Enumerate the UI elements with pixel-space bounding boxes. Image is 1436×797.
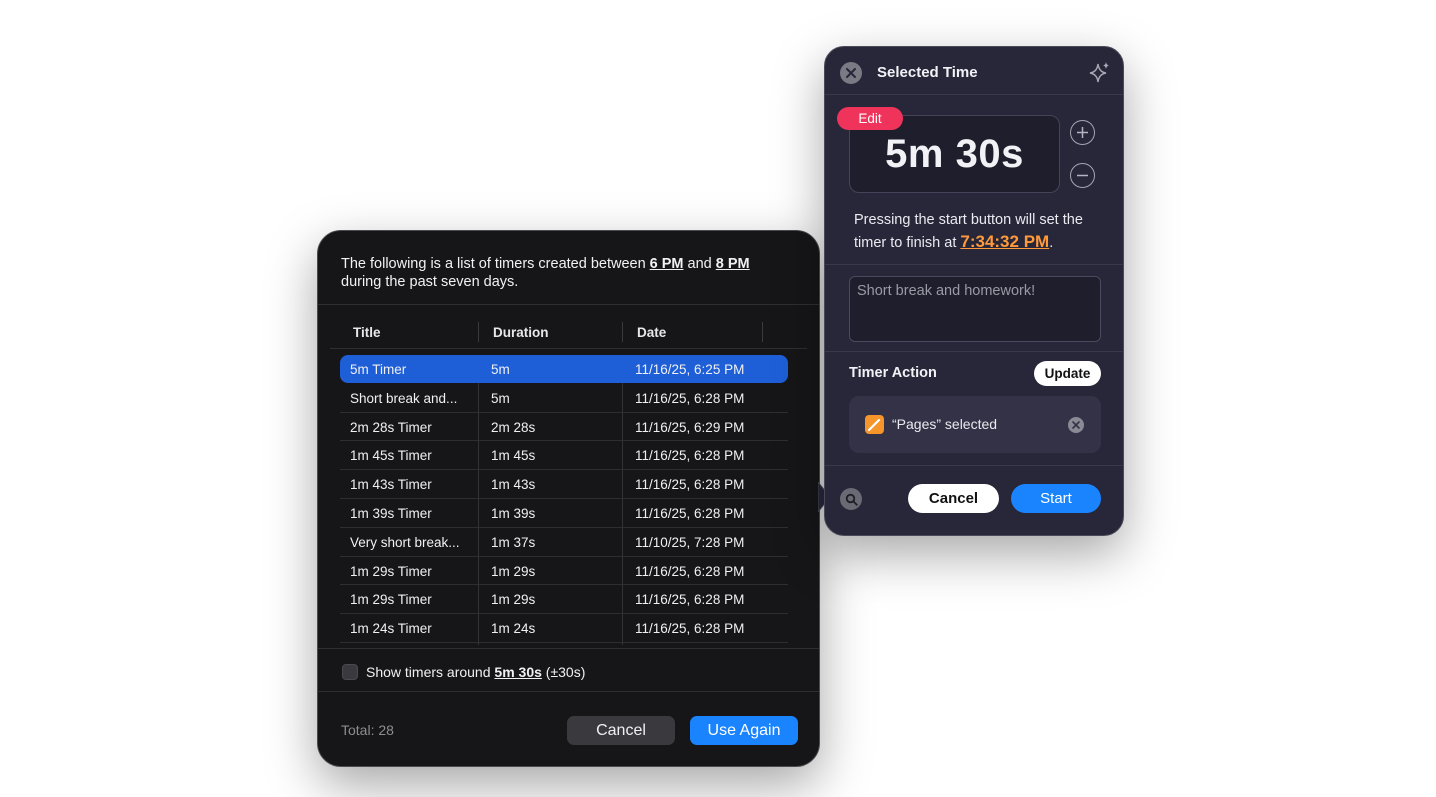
cell-duration: 1m 24s — [491, 621, 536, 637]
cell-date: 11/10/25, 7:28 PM — [635, 534, 745, 550]
column-header-duration[interactable]: Duration — [493, 325, 549, 340]
finish-info: Pressing the start button will set the t… — [854, 212, 1083, 251]
pages-app-icon — [865, 415, 884, 434]
sparkle-icon[interactable] — [1089, 61, 1111, 85]
cell-title: 1m 45s Timer — [350, 448, 432, 464]
decrease-time-button[interactable] — [1070, 163, 1095, 188]
close-icon[interactable] — [840, 62, 862, 84]
table-row[interactable]: Short break and... 5m 11/16/25, 6:28 PM — [340, 384, 788, 413]
divider — [825, 94, 1123, 95]
time-value: 5m 30s — [885, 131, 1024, 176]
edit-badge[interactable]: Edit — [837, 107, 903, 130]
cell-title: 5m Timer — [350, 362, 407, 377]
column-divider — [622, 322, 623, 342]
increase-time-button[interactable] — [1070, 120, 1095, 145]
divider — [318, 691, 819, 692]
cell-date: 11/16/25, 6:28 PM — [635, 592, 745, 608]
cell-title: 1m 43s Timer — [350, 477, 432, 493]
divider — [825, 351, 1123, 352]
divider — [825, 264, 1123, 265]
around-time-link[interactable]: 5m 30s — [494, 664, 541, 680]
cell-date: 11/16/25, 6:28 PM — [635, 563, 745, 579]
column-divider — [762, 322, 763, 342]
to-time-link[interactable]: 8 PM — [716, 256, 750, 272]
cell-duration: 5m — [491, 390, 510, 406]
cell-date: 11/16/25, 6:29 PM — [635, 419, 745, 435]
timer-action-item[interactable]: “Pages” selected — [849, 396, 1101, 453]
table-row[interactable]: 1m 43s Timer 1m 43s 11/16/25, 6:28 PM — [340, 470, 788, 499]
cell-duration: 1m 37s — [491, 534, 536, 550]
search-icon[interactable] — [840, 488, 862, 510]
divider — [825, 465, 1123, 466]
divider — [318, 304, 819, 305]
show-timers-checkbox[interactable] — [342, 664, 358, 680]
cell-date: 11/16/25, 6:28 PM — [635, 448, 745, 464]
column-divider — [478, 322, 479, 342]
table-row[interactable]: Very short break... 1m 37s 11/10/25, 7:28 … — [340, 528, 788, 557]
remove-action-icon[interactable] — [1068, 417, 1084, 433]
divider — [330, 348, 807, 349]
history-cancel-button[interactable]: Cancel — [567, 716, 675, 745]
cell-title: 1m 24s Timer — [350, 621, 432, 637]
cell-title: Very short break... — [350, 534, 460, 550]
cell-duration: 5m — [491, 362, 510, 377]
table-header: Title Duration Date — [330, 319, 807, 349]
start-button[interactable]: Start — [1011, 484, 1101, 513]
cell-duration: 2m 28s — [491, 419, 536, 435]
history-intro: The following is a list of timers create… — [341, 256, 750, 290]
table-row[interactable]: 5m Timer 5m 11/16/25, 6:25 PM — [340, 355, 788, 383]
minus-icon — [1077, 174, 1088, 177]
table-row[interactable]: 1m 45s Timer 1m 45s 11/16/25, 6:28 PM — [340, 441, 788, 471]
action-text: “Pages” selected — [892, 416, 998, 432]
table-row[interactable]: 1m 29s Timer 1m 29s 11/16/25, 6:28 PM — [340, 585, 788, 615]
cancel-button[interactable]: Cancel — [908, 484, 999, 513]
cell-date: 11/16/25, 6:25 PM — [635, 362, 745, 377]
total-count: Total: 28 — [341, 722, 394, 738]
table-row[interactable]: 1m 24s Timer 1m 24s 11/16/25, 6:28 PM — [340, 614, 788, 643]
plus-icon — [1077, 127, 1088, 138]
cell-date: 11/16/25, 6:28 PM — [635, 621, 745, 637]
table-row[interactable]: 1m 29s Timer 1m 29s 11/16/25, 6:28 PM — [340, 557, 788, 586]
timer-note-input[interactable] — [849, 276, 1101, 342]
cell-title: 1m 29s Timer — [350, 592, 432, 608]
finish-time[interactable]: 7:34:32 PM — [960, 232, 1049, 251]
selected-time-panel: Selected Time 5m 30s Edit Pressing the s… — [824, 46, 1124, 536]
column-header-date[interactable]: Date — [637, 325, 666, 340]
cell-duration: 1m 39s — [491, 506, 536, 521]
cell-title: 1m 29s Timer — [350, 563, 432, 579]
divider — [318, 648, 819, 649]
cell-title: 1m 39s Timer — [350, 506, 432, 521]
cell-duration: 1m 45s — [491, 448, 536, 464]
timer-table: 5m Timer 5m 11/16/25, 6:25 PM Short break a… — [340, 355, 798, 645]
cell-title: 2m 28s Timer — [350, 419, 432, 435]
update-button[interactable]: Update — [1034, 361, 1101, 386]
cell-duration: 1m 43s — [491, 477, 536, 493]
cell-date: 11/16/25, 6:28 PM — [635, 390, 745, 406]
from-time-link[interactable]: 6 PM — [650, 256, 684, 272]
cell-date: 11/16/25, 6:28 PM — [635, 477, 745, 493]
column-header-title[interactable]: Title — [353, 325, 381, 340]
timer-history-panel: The following is a list of timers create… — [317, 230, 820, 767]
show-timers-around-option[interactable]: Show timers around 5m 30s (±30s) — [342, 662, 585, 682]
use-again-button[interactable]: Use Again — [690, 716, 798, 745]
panel-title: Selected Time — [877, 64, 978, 81]
cell-duration: 1m 29s — [491, 563, 536, 579]
timer-action-label: Timer Action — [849, 365, 937, 381]
cell-duration: 1m 29s — [491, 592, 536, 608]
cell-title: Short break and... — [350, 390, 458, 406]
table-row[interactable]: 2m 28s Timer 2m 28s 11/16/25, 6:29 PM — [340, 413, 788, 442]
cell-date: 11/16/25, 6:28 PM — [635, 506, 745, 521]
table-row[interactable]: 1m 39s Timer 1m 39s 11/16/25, 6:28 PM — [340, 499, 788, 528]
